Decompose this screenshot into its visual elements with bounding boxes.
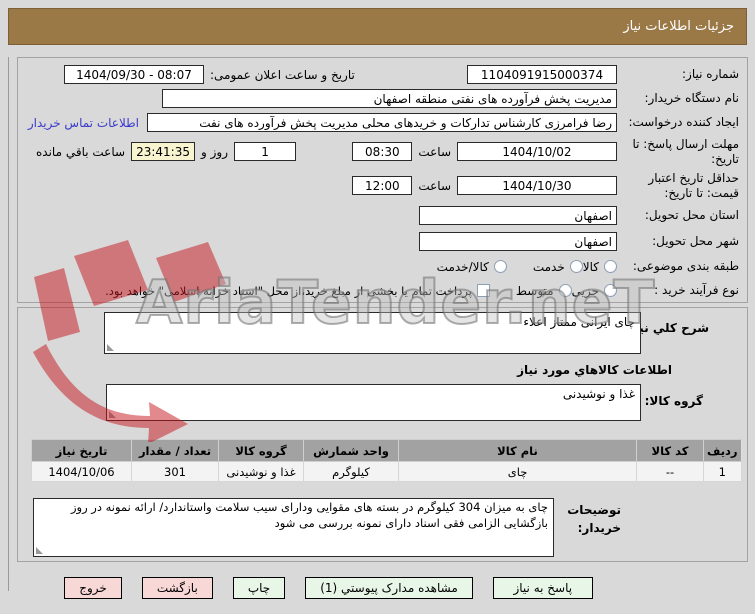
radio-goods-label: کالا bbox=[582, 259, 599, 274]
reply-deadline-label: مهلت ارسال پاسخ: تا تاریخ: bbox=[632, 136, 739, 166]
announce-input[interactable]: 1404/09/30 - 08:07 bbox=[64, 65, 204, 84]
treasury-checkbox[interactable] bbox=[476, 284, 490, 297]
province-label: استان محل تحویل: bbox=[644, 208, 739, 222]
row-reply-deadline: مهلت ارسال پاسخ: تا تاریخ: 1404/10/02 سا… bbox=[26, 136, 739, 167]
classification-option-service: خدمت bbox=[533, 260, 583, 274]
resize-grip[interactable] bbox=[36, 547, 43, 554]
col-quantity: تعداد / مقدار bbox=[131, 439, 219, 462]
back-button[interactable]: بازگشت bbox=[141, 577, 213, 599]
goods-group-label: گروه کالا: bbox=[644, 394, 703, 408]
radio-minor[interactable] bbox=[604, 284, 617, 297]
city-label: شهر محل تحویل: bbox=[652, 234, 739, 248]
row-need-number: شماره نیاز: 1104091915000374 تاریخ و ساع… bbox=[26, 64, 739, 85]
process-option-medium: متوسط bbox=[516, 284, 572, 298]
radio-goods[interactable] bbox=[604, 260, 617, 273]
cell-quantity: 301 bbox=[131, 461, 219, 482]
need-number-input[interactable]: 1104091915000374 bbox=[467, 65, 617, 84]
action-buttons: پاسخ به نیاز مشاهده مدارک پیوستي (1) چاپ… bbox=[0, 577, 706, 599]
need-description-panel: شرح کلي نیاز: چای ایرانی ممتاز اعلاء اطل… bbox=[17, 307, 748, 562]
treasury-checkbox-label: پرداخت تمام یا بخشی از مبلغ خرید،از محل … bbox=[105, 283, 472, 298]
remaining-days-label: روز و bbox=[201, 144, 229, 159]
exit-button[interactable]: خروج bbox=[64, 577, 122, 599]
process-option-minor: جزیی bbox=[572, 284, 617, 298]
classification-label: طبقه بندی موضوعی: bbox=[632, 259, 739, 273]
col-unit: واحد شمارش bbox=[303, 439, 399, 462]
price-validity-date-input[interactable]: 1404/10/30 bbox=[457, 176, 617, 195]
buyer-org-label: نام دستگاه خریدار: bbox=[644, 91, 740, 105]
cell-item-code: -- bbox=[636, 461, 704, 482]
need-number-label: شماره نیاز: bbox=[682, 67, 739, 81]
reply-deadline-date-input[interactable]: 1404/10/02 bbox=[457, 142, 617, 161]
radio-service-label: خدمت bbox=[532, 259, 565, 274]
price-validity-hour-label: ساعت bbox=[418, 178, 451, 193]
buyer-contact-link[interactable]: اطلاعات تماس خریدار bbox=[28, 116, 147, 130]
city-input[interactable]: اصفهان bbox=[419, 232, 617, 251]
goods-info-heading: اطلاعات کالاهاي مورد نیاز bbox=[517, 363, 672, 377]
row-price-validity: حداقل تاریخ اعتبار قیمت: تا تاریخ: 1404/… bbox=[26, 170, 739, 201]
row-province: استان محل تحویل: اصفهان bbox=[26, 204, 739, 227]
requester-label: ایجاد کننده درخواست: bbox=[628, 115, 739, 129]
page-title-text: جزئیات اطلاعات نیاز bbox=[623, 19, 734, 34]
table-row: 1 -- چای کیلوگرم غذا و نوشیدنی 301 1404/… bbox=[31, 461, 742, 482]
province-input[interactable]: اصفهان bbox=[419, 206, 617, 225]
price-validity-label: حداقل تاریخ اعتبار قیمت: تا تاریخ: bbox=[648, 170, 739, 200]
classification-option-both: کالا/خدمت bbox=[437, 260, 507, 274]
radio-minor-label: جزیی bbox=[571, 283, 599, 298]
frame-left-border bbox=[8, 57, 9, 591]
items-table-header-row: ردیف کد کالا نام کالا واحد شمارش گروه کا… bbox=[31, 439, 742, 462]
reply-deadline-hour-label: ساعت bbox=[418, 144, 451, 159]
treasury-payment-option: پرداخت تمام یا بخشی از مبلغ خرید،از محل … bbox=[105, 284, 490, 298]
buyer-notes-textarea[interactable]: چای به میزان 304 کیلوگرم در بسته های مقو… bbox=[33, 498, 554, 557]
buyer-notes-label: توضیحات خریدار: bbox=[567, 503, 621, 535]
resize-grip[interactable] bbox=[107, 344, 114, 351]
classification-option-goods: کالا bbox=[583, 260, 617, 274]
remaining-days-input[interactable]: 1 bbox=[234, 142, 297, 161]
items-table: ردیف کد کالا نام کالا واحد شمارش گروه کا… bbox=[31, 439, 742, 482]
col-need-date: تاریخ نیاز bbox=[31, 439, 132, 462]
price-validity-time-input[interactable]: 12:00 bbox=[352, 176, 413, 195]
announce-label: تاریخ و ساعت اعلان عمومی: bbox=[210, 67, 355, 82]
goods-group-textarea[interactable]: غذا و نوشیدنی bbox=[106, 384, 641, 421]
page-title: جزئیات اطلاعات نیاز bbox=[8, 8, 747, 45]
row-requester: ایجاد کننده درخواست: رضا فرامرزی کارشناس… bbox=[26, 112, 739, 133]
remaining-countdown: 23:41:35 bbox=[131, 142, 196, 161]
buyer-notes-value: چای به میزان 304 کیلوگرم در بسته های مقو… bbox=[70, 500, 548, 530]
page: { "title_bar": { "title": "جزئیات اطلاعا… bbox=[0, 0, 755, 614]
row-process-type: نوع فرآیند خرید : جزیی متوسط پرداخت تمام… bbox=[26, 280, 739, 301]
cell-item-name: چای bbox=[398, 461, 637, 482]
print-button[interactable]: چاپ bbox=[232, 577, 286, 599]
col-group: گروه کالا bbox=[218, 439, 304, 462]
process-type-label: نوع فرآیند خرید : bbox=[654, 283, 739, 297]
resize-grip[interactable] bbox=[109, 411, 116, 418]
buyer-org-input[interactable]: مدیریت پخش فرآورده های نفتی منطقه اصفهان bbox=[162, 89, 617, 108]
radio-service[interactable] bbox=[569, 260, 583, 273]
cell-row-number: 1 bbox=[703, 461, 742, 482]
col-item-name: نام کالا bbox=[398, 439, 637, 462]
col-row-number: ردیف bbox=[703, 439, 742, 462]
row-buyer-org: نام دستگاه خریدار: مدیریت پخش فرآورده ها… bbox=[26, 88, 739, 109]
remaining-hours-label: ساعت باقي مانده bbox=[36, 144, 126, 159]
view-attachments-button[interactable]: مشاهده مدارک پیوستي (1) bbox=[305, 577, 473, 599]
radio-goods-service-label: کالا/خدمت bbox=[436, 259, 489, 274]
radio-goods-service[interactable] bbox=[493, 260, 507, 273]
requester-input[interactable]: رضا فرامرزی کارشناس تدارکات و خریدهای مح… bbox=[147, 113, 617, 132]
row-city: شهر محل تحویل: اصفهان bbox=[26, 230, 739, 253]
row-classification: طبقه بندی موضوعی: کالا خدمت کالا/خدمت bbox=[26, 256, 739, 277]
cell-unit: کیلوگرم bbox=[303, 461, 399, 482]
cell-need-date: 1404/10/06 bbox=[31, 461, 132, 482]
remaining-group: 1 روز و 23:41:35 ساعت باقي مانده bbox=[30, 142, 297, 161]
radio-medium-label: متوسط bbox=[515, 283, 554, 298]
reply-deadline-time-input[interactable]: 08:30 bbox=[352, 142, 413, 161]
col-item-code: کد کالا bbox=[636, 439, 704, 462]
radio-medium[interactable] bbox=[558, 284, 572, 297]
announce-group: تاریخ و ساعت اعلان عمومی: 1404/09/30 - 0… bbox=[64, 65, 355, 84]
overall-need-textarea[interactable]: چای ایرانی ممتاز اعلاء bbox=[104, 312, 641, 354]
reply-to-need-button[interactable]: پاسخ به نیاز bbox=[492, 577, 593, 599]
overall-need-value: چای ایرانی ممتاز اعلاء bbox=[523, 315, 635, 329]
cell-group: غذا و نوشیدنی bbox=[218, 461, 304, 482]
need-info-panel: شماره نیاز: 1104091915000374 تاریخ و ساع… bbox=[17, 57, 748, 303]
goods-group-value: غذا و نوشیدنی bbox=[562, 387, 635, 401]
